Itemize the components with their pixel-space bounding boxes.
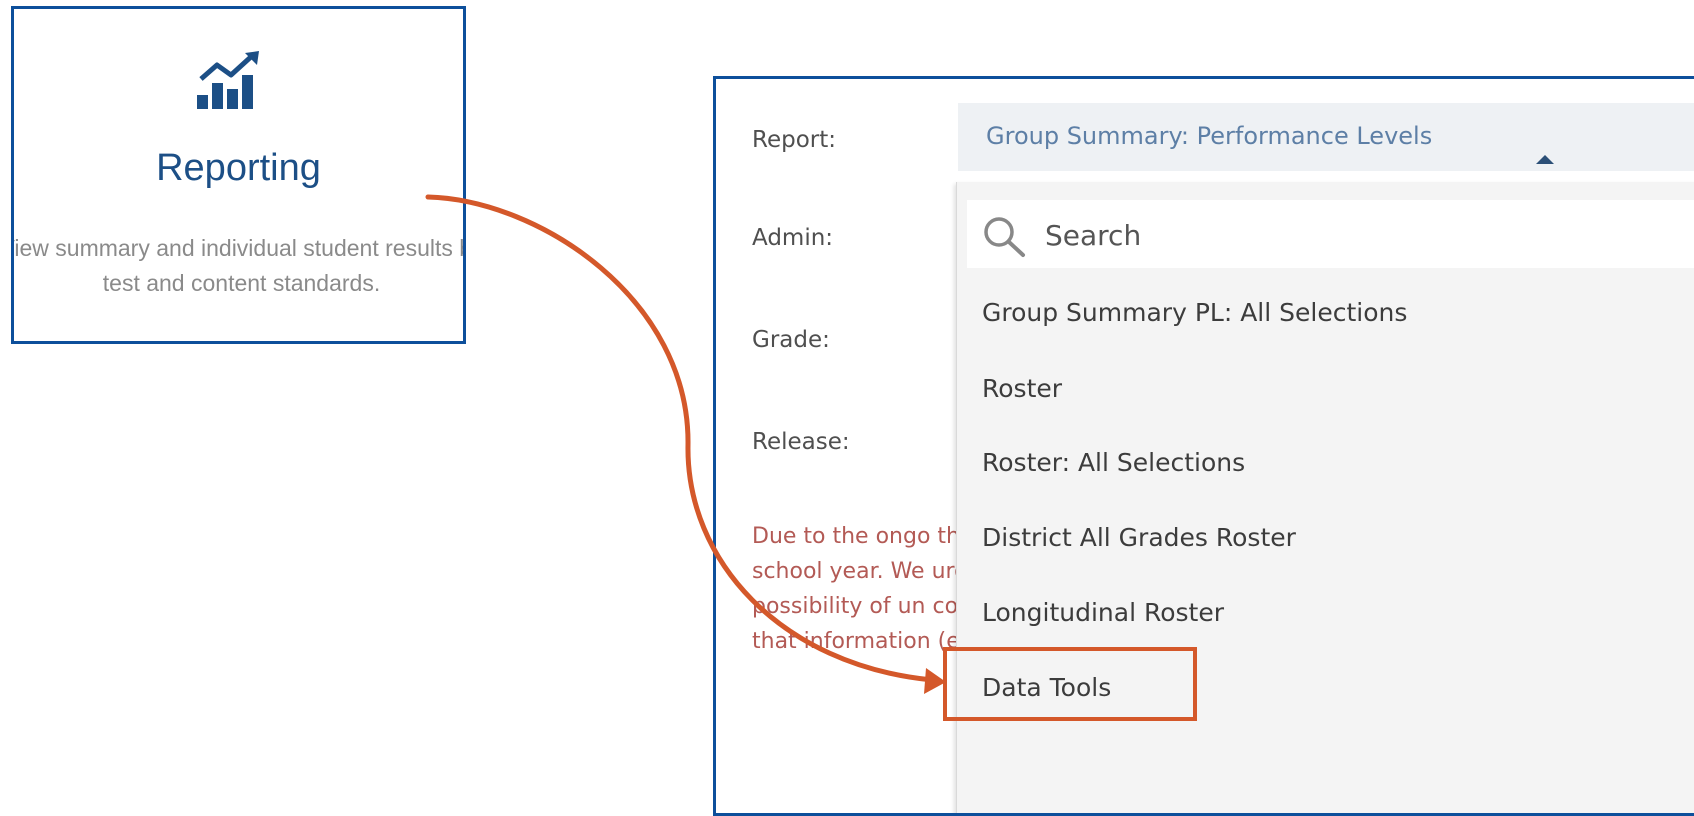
annotation-arrow-icon — [425, 194, 946, 694]
